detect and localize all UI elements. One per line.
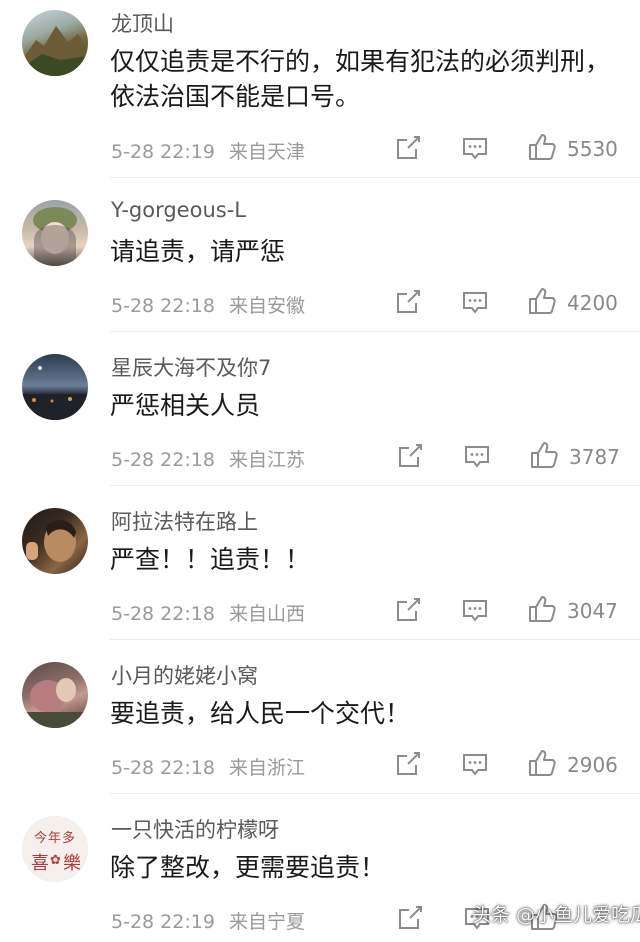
avatar[interactable] [22,354,88,420]
location: 来自浙江 [228,757,305,779]
share-icon[interactable] [394,750,422,782]
timestamp: 5-28 22:18 [111,603,215,625]
location: 来自天津 [228,141,305,163]
timestamp: 5-28 22:19 [111,911,215,933]
comment-meta: 5-28 22:18 来自安徽 [111,291,305,318]
avatar[interactable] [22,508,88,574]
avatar-text-left: 喜 [31,853,49,874]
divider [110,793,640,794]
timestamp: 5-28 22:18 [111,449,215,471]
comment-icon[interactable] [463,444,491,474]
comment-item: 小月的姥姥小窝 要追责，给人民一个交代！ 5-28 22:18 来自浙江 290… [0,652,640,794]
thumbs-up-icon[interactable] [527,286,557,320]
share-icon[interactable] [394,288,422,320]
avatar-text-top: 今年多 [33,831,76,846]
like-count: 5530 [567,137,618,161]
timestamp: 5-28 22:19 [111,141,215,163]
comment-text: 请追责，请严惩 [110,237,286,266]
comment-meta: 5-28 22:18 来自山西 [111,599,305,626]
thumbs-up-icon[interactable] [527,748,557,782]
comment-item: 龙顶山 仅仅追责是不行的，如果有犯法的必须判刑，依法治国不能是口号。 5-28 … [0,0,640,178]
divider [110,485,640,486]
comment-meta: 5-28 22:19 来自天津 [111,137,305,164]
share-icon[interactable] [396,442,424,474]
location: 来自宁夏 [228,911,305,933]
comment-meta: 5-28 22:18 来自浙江 [111,753,305,780]
avatar[interactable] [22,10,88,76]
comment-item: 星辰大海不及你7 严惩相关人员 5-28 22:18 来自江苏 3787 [0,344,640,486]
username[interactable]: Y-gorgeous-L [111,198,246,222]
username[interactable]: 龙顶山 [111,8,174,38]
avatar-text-right: 樂 [63,853,81,874]
watermark: 头条 @小鱼儿爱吃瓜 [472,904,640,926]
comment-meta: 5-28 22:18 来自江苏 [111,445,305,472]
divider [110,331,640,332]
comment-text: 除了整改，更需要追责！ [110,853,386,882]
like-count: 4200 [567,291,618,315]
mountain-photo [22,26,88,76]
comment-text: 仅仅追责是不行的，如果有犯法的必须判刑，依法治国不能是口号。 [110,47,611,111]
comment-icon[interactable] [461,752,489,782]
username[interactable]: 阿拉法特在路上 [111,506,258,536]
person-photo [22,678,88,728]
share-icon[interactable] [396,904,424,936]
comment-text: 要追责，给人民一个交代！ [110,699,411,728]
thumbs-up-icon[interactable] [527,594,557,628]
thumbs-up-icon[interactable] [529,440,559,474]
location: 来自江苏 [228,449,305,471]
location: 来自山西 [228,603,305,625]
avatar[interactable] [22,662,88,728]
like-count: 3787 [569,445,620,469]
divider [110,177,640,178]
comment-icon[interactable] [461,136,489,166]
comment-text: 严惩相关人员 [110,391,261,420]
comment-icon[interactable] [461,598,489,628]
username[interactable]: 一只快活的柠檬呀 [111,814,279,844]
location: 来自安徽 [228,295,305,317]
like-count: 3047 [567,599,618,623]
comment-icon[interactable] [461,290,489,320]
comment-meta: 5-28 22:19 来自宁夏 [111,907,305,934]
night-sky-photo [22,366,88,420]
flower-icon: ✿ [50,853,61,868]
comment-text: 严查！！追责！！ [110,545,311,574]
comment-item: 阿拉法特在路上 严查！！追责！！ 5-28 22:18 来自山西 3047 [0,498,640,640]
man-portrait-photo [26,520,76,562]
comment-item: Y-gorgeous-L 请追责，请严惩 5-28 22:18 来自安徽 420… [0,190,640,332]
avatar[interactable] [22,200,88,266]
like-count: 2906 [567,753,618,777]
divider [110,639,640,640]
thumbs-up-icon[interactable] [527,132,557,166]
timestamp: 5-28 22:18 [111,757,215,779]
girl-photo [33,207,77,266]
username[interactable]: 星辰大海不及你7 [111,352,271,382]
avatar[interactable]: 今年多 喜 ✿ 樂 [22,816,88,882]
share-icon[interactable] [394,134,422,166]
username[interactable]: 小月的姥姥小窝 [111,660,258,690]
share-icon[interactable] [394,596,422,628]
timestamp: 5-28 22:18 [111,295,215,317]
